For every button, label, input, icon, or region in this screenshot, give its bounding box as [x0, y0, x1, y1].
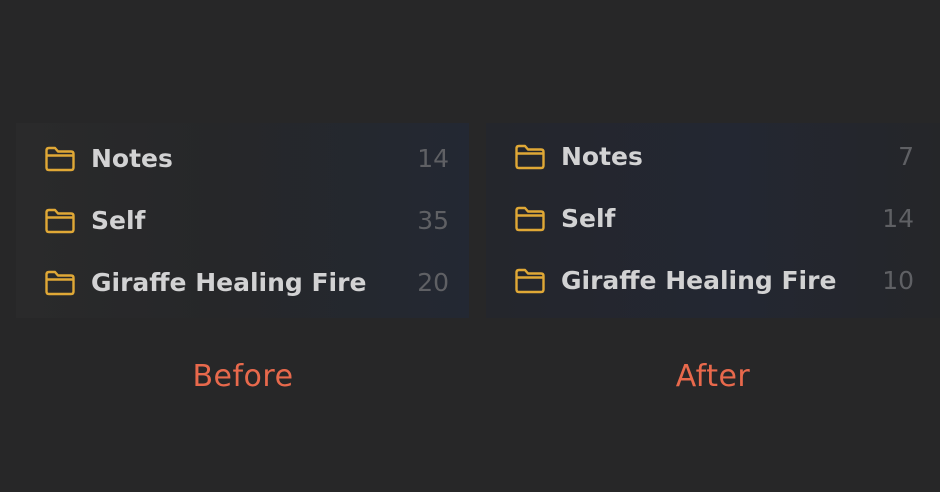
folder-row-giraffe-healing-fire[interactable]: Giraffe Healing Fire 10 [486, 259, 940, 303]
folder-row-giraffe-healing-fire[interactable]: Giraffe Healing Fire 20 [16, 261, 469, 305]
folder-label: Notes [561, 142, 643, 171]
folder-icon [514, 143, 546, 171]
folder-label: Self [561, 204, 616, 233]
folder-label: Self [91, 206, 146, 235]
folder-list-before: Notes 14 Self 35 Giraffe Healing Fire 20 [16, 123, 469, 318]
folder-count: 7 [898, 142, 914, 171]
folder-label: Notes [91, 144, 173, 173]
folder-row-self[interactable]: Self 35 [16, 199, 469, 243]
folder-icon [44, 269, 76, 297]
folder-row-self[interactable]: Self 14 [486, 197, 940, 241]
folder-icon [44, 145, 76, 173]
folder-count: 20 [417, 268, 449, 297]
folder-icon [514, 267, 546, 295]
folder-count: 14 [882, 204, 914, 233]
before-caption: Before [192, 359, 294, 394]
folder-icon [44, 207, 76, 235]
after-caption: After [675, 359, 751, 394]
folder-row-notes[interactable]: Notes 7 [486, 135, 940, 179]
folder-row-notes[interactable]: Notes 14 [16, 137, 469, 181]
folder-count: 14 [417, 144, 449, 173]
folder-list-after: Notes 7 Self 14 Giraffe Healing Fire 10 [486, 123, 940, 318]
folder-label: Giraffe Healing Fire [91, 268, 367, 297]
folder-icon [514, 205, 546, 233]
folder-count: 35 [417, 206, 449, 235]
folder-count: 10 [882, 266, 914, 295]
folder-label: Giraffe Healing Fire [561, 266, 837, 295]
